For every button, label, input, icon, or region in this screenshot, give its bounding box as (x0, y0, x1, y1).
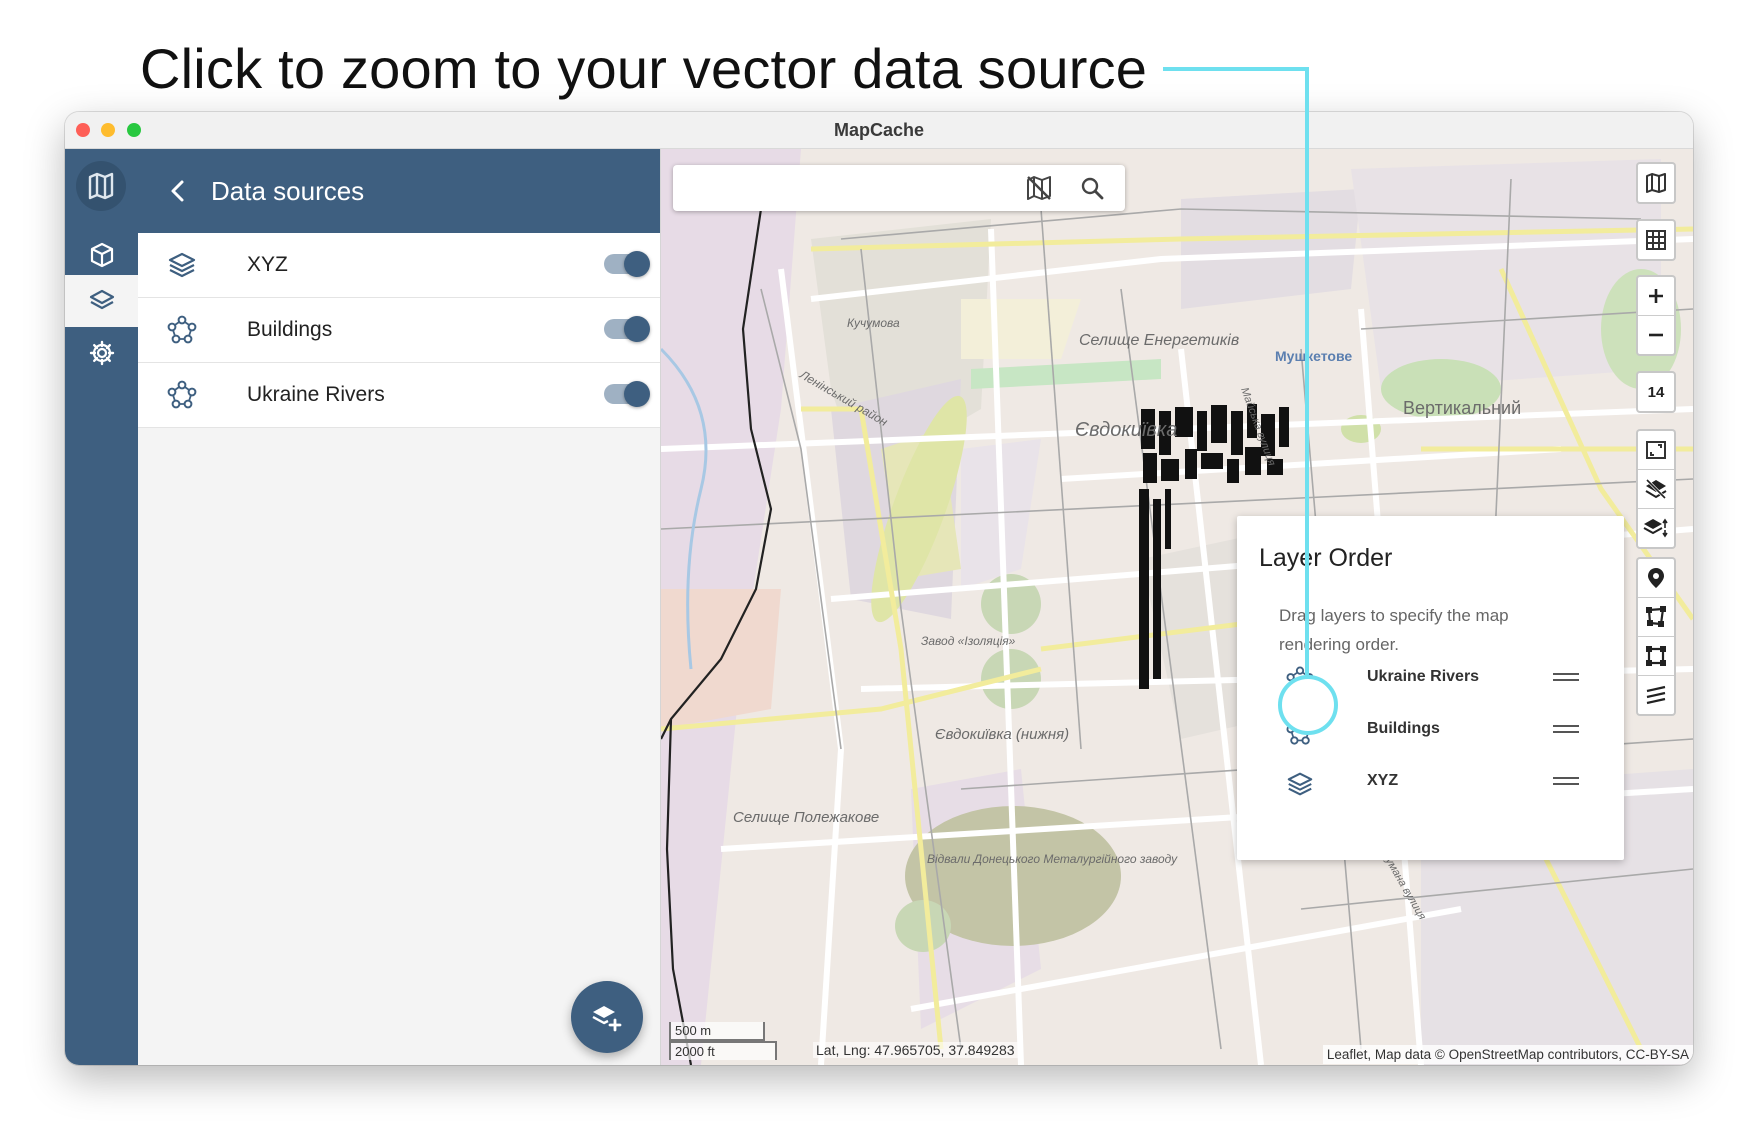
map-label: Селище Полежакове (733, 809, 879, 826)
disable-map-icon[interactable] (1025, 174, 1053, 207)
marker-icon[interactable] (1638, 559, 1674, 598)
tutorial-headline: Click to zoom to your vector data source (140, 37, 1148, 100)
layer-name: Ukraine Rivers (1367, 668, 1480, 685)
projects-cube-icon[interactable] (65, 229, 138, 281)
layers-icon (166, 249, 198, 281)
callout-line-horizontal (1163, 67, 1309, 71)
layer-name: XYZ (1367, 772, 1399, 789)
map-label: Відвали Донецького Металургійного заводу (927, 852, 1178, 866)
data-source-row-xyz[interactable]: XYZ (138, 233, 660, 298)
drag-handle-icon[interactable] (1553, 673, 1579, 683)
layer-order-row-xyz[interactable]: XYZ (1237, 757, 1624, 809)
layer-order-icon[interactable] (1638, 509, 1674, 547)
window-title: MapCache (833, 120, 925, 140)
map-attribution[interactable]: Leaflet, Map data © OpenStreetMap contri… (1322, 1045, 1693, 1064)
map-search-bar[interactable] (673, 165, 1125, 211)
layer-tools-control[interactable] (1636, 429, 1676, 549)
zoom-level: 14 (1647, 383, 1665, 401)
vector-polygon-icon (166, 379, 198, 411)
add-layer-icon (592, 1006, 622, 1032)
data-source-row-ukraine-rivers[interactable]: Ukraine Rivers (138, 363, 660, 428)
app-logo-icon[interactable] (76, 161, 126, 211)
zoom-in-button[interactable] (1638, 277, 1674, 316)
data-source-row-buildings[interactable]: Buildings (138, 298, 660, 363)
layer-name: Buildings (1367, 720, 1440, 737)
draw-rectangle-icon[interactable] (1638, 637, 1674, 676)
draw-polygon-icon[interactable] (1638, 598, 1674, 637)
layers-off-icon[interactable] (1638, 470, 1674, 509)
panel-header: Data sources (138, 149, 660, 233)
drag-handle-icon[interactable] (1553, 725, 1579, 735)
layer-order-description: Drag layers to specify the map rendering… (1279, 606, 1509, 654)
grid-icon[interactable] (1638, 221, 1674, 259)
zoom-level-indicator: 14 (1636, 371, 1676, 413)
data-source-label: Ukraine Rivers (247, 383, 385, 406)
map-label: Кучумова (847, 316, 900, 330)
title-bar: MapCache (65, 112, 1693, 149)
visibility-toggle[interactable] (604, 251, 650, 277)
visibility-toggle[interactable] (604, 316, 650, 342)
callout-highlight-ring (1278, 675, 1338, 735)
data-source-label: XYZ (247, 253, 288, 276)
visibility-toggle[interactable] (604, 381, 650, 407)
callout-line-vertical (1305, 67, 1309, 676)
map-label: Селище Енергетиків (1079, 332, 1239, 349)
vector-polygon-icon (166, 314, 198, 346)
zoom-control[interactable] (1636, 275, 1676, 356)
add-data-source-button[interactable] (571, 981, 643, 1053)
zoom-to-layer-layers-icon[interactable] (1285, 769, 1315, 799)
map-label: Завод «Ізоляція» (921, 634, 1016, 648)
lat-lng-readout: Lat, Lng: 47.965705, 37.849283 (813, 1042, 1018, 1058)
fit-bounds-icon[interactable] (1638, 431, 1674, 470)
base-map-control[interactable] (1636, 162, 1676, 204)
data-source-label: Buildings (247, 318, 333, 341)
drag-handle-icon[interactable] (1553, 777, 1579, 787)
data-sources-layers-icon[interactable] (65, 275, 138, 327)
map-view[interactable]: Кучумова Селище Енергетиків Мушкетове Ве… (661, 149, 1693, 1065)
back-chevron-icon[interactable] (160, 173, 196, 209)
layer-order-title: Layer Order (1259, 544, 1393, 572)
data-sources-panel: Data sources XYZ Buildings Ukraine River… (138, 149, 661, 1065)
settings-gear-icon[interactable] (65, 327, 138, 379)
drawing-tools-control[interactable] (1636, 557, 1676, 716)
map-label: Мушкетове (1275, 348, 1352, 364)
panel-title: Data sources (211, 176, 365, 206)
map-label: Вертикальний (1403, 398, 1521, 418)
grid-control[interactable] (1636, 219, 1676, 261)
navigation-rail (65, 149, 138, 1065)
map-label: Євдокиївка (1075, 419, 1177, 441)
zoom-out-button[interactable] (1638, 316, 1674, 354)
map-icon[interactable] (1638, 164, 1674, 202)
search-icon[interactable] (1078, 174, 1106, 207)
scale-metric: 500 m (669, 1022, 765, 1041)
scale-bar: 500 m 2000 ft (669, 1022, 777, 1060)
draw-line-icon[interactable] (1638, 676, 1674, 714)
app-window: MapCache Data sources XYZ Buildings Ukra… (65, 112, 1693, 1065)
map-label: Євдокиївка (нижня) (935, 726, 1069, 743)
scale-imperial: 2000 ft (669, 1041, 777, 1060)
